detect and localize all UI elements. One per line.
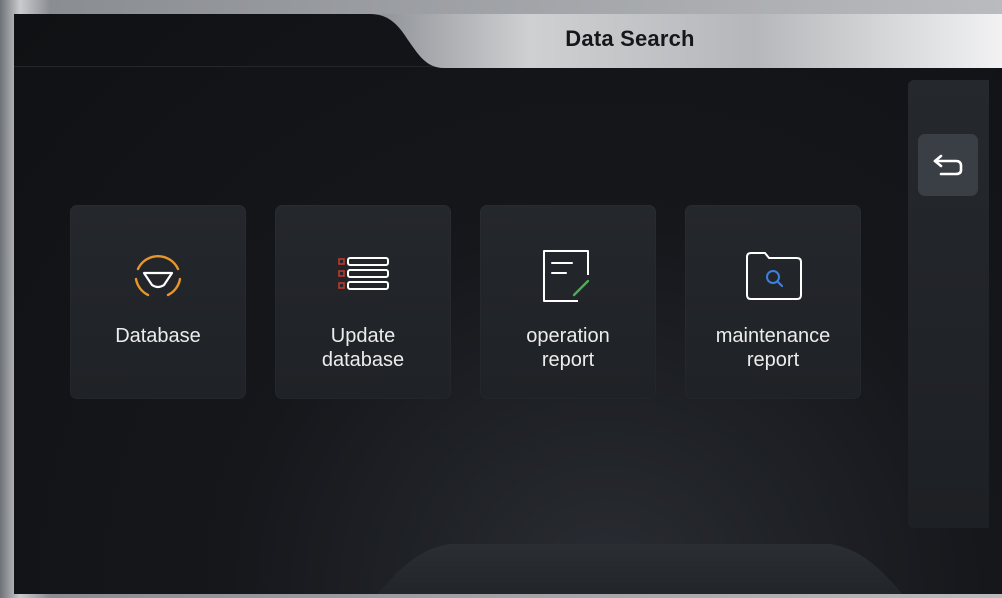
tile-label-line1: operation	[526, 325, 610, 347]
tile-label: maintenance report	[685, 324, 861, 372]
tile-label: Database	[70, 324, 246, 348]
tile-label-line1: Update	[330, 325, 396, 347]
tile-label: operation report	[480, 324, 656, 372]
device-bezel: Data Search Database Update database ope…	[0, 0, 1002, 598]
return-arrow-icon	[933, 154, 963, 176]
folder-search-icon	[746, 252, 802, 300]
update-database-tile[interactable]: Update database	[275, 205, 451, 399]
edit-document-icon	[543, 250, 590, 302]
tile-label-line2: report	[541, 349, 595, 371]
tile-label: Update database	[275, 324, 451, 372]
bottom-tab-shape	[377, 544, 903, 594]
database-tile[interactable]: Database	[70, 205, 246, 399]
page-title: Data Search	[565, 26, 695, 51]
maintenance-report-tile[interactable]: maintenance report	[685, 205, 861, 399]
tile-label-line1: Database	[115, 325, 201, 347]
screen: Data Search Database Update database ope…	[14, 14, 1002, 594]
tile-label-line2: database	[321, 349, 405, 371]
steering-wheel-icon	[134, 255, 182, 297]
back-button[interactable]	[918, 134, 978, 196]
operation-report-tile[interactable]: operation report	[480, 205, 656, 399]
tile-label-line1: maintenance	[715, 325, 831, 347]
tile-label-line2: report	[746, 349, 800, 371]
title-tab: Data Search	[370, 14, 1002, 68]
list-icon	[338, 257, 389, 290]
